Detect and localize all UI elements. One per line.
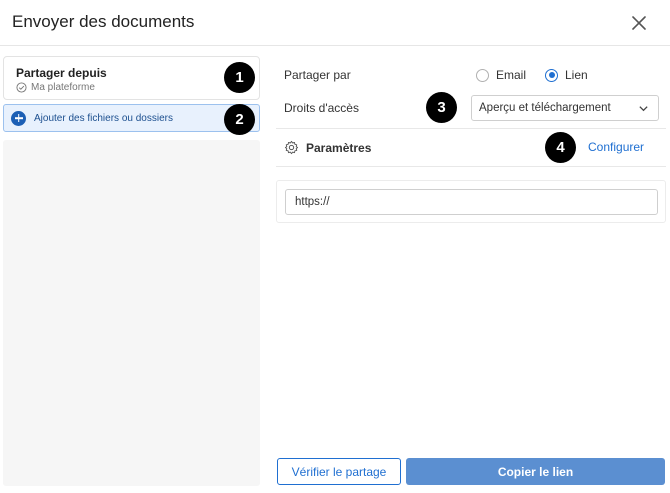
gear-icon [284, 140, 299, 155]
plus-circle-icon [11, 110, 26, 126]
copy-link-button[interactable]: Copier le lien [406, 458, 665, 485]
dialog-header: Envoyer des documents [0, 0, 670, 46]
settings-row: Paramètres [284, 140, 371, 155]
link-card [276, 180, 666, 223]
share-by-label: Partager par [284, 68, 351, 82]
dialog-title: Envoyer des documents [12, 12, 195, 31]
share-source-title: Partager depuis [16, 66, 107, 80]
radio-link-circle [545, 68, 558, 82]
radio-link-label: Lien [565, 68, 588, 82]
radio-link[interactable]: Lien [545, 68, 588, 82]
annotation-badge-2: 2 [224, 104, 255, 135]
radio-email[interactable]: Email [476, 68, 526, 82]
annotation-badge-4: 4 [545, 132, 576, 163]
access-rights-label: Droits d'accès [284, 101, 359, 115]
share-source-subtitle: Ma plateforme [16, 82, 95, 93]
link-url-input[interactable] [285, 189, 658, 215]
check-circle-icon [16, 82, 27, 93]
annotation-badge-1: 1 [224, 62, 255, 93]
divider [276, 166, 666, 167]
add-files-button[interactable]: Ajouter des fichiers ou dossiers [3, 104, 260, 132]
annotation-badge-3: 3 [426, 92, 457, 123]
verify-share-button[interactable]: Vérifier le partage [277, 458, 401, 485]
divider [276, 128, 666, 129]
access-rights-select[interactable]: Aperçu et téléchargement [471, 95, 659, 121]
close-button[interactable] [628, 12, 650, 34]
configure-link[interactable]: Configurer [588, 140, 644, 154]
chevron-down-icon [639, 106, 648, 112]
share-source-name: Ma plateforme [31, 82, 95, 93]
left-panel: Partager depuis Ma plateforme Ajouter de… [3, 56, 261, 486]
file-list-area [3, 140, 260, 486]
add-files-label: Ajouter des fichiers ou dossiers [34, 112, 173, 124]
radio-email-circle [476, 68, 489, 82]
close-icon [632, 16, 646, 30]
share-source-card: Partager depuis Ma plateforme [3, 56, 260, 100]
access-rights-value: Aperçu et téléchargement [479, 102, 611, 114]
settings-label: Paramètres [306, 140, 372, 155]
radio-email-label: Email [496, 68, 527, 82]
